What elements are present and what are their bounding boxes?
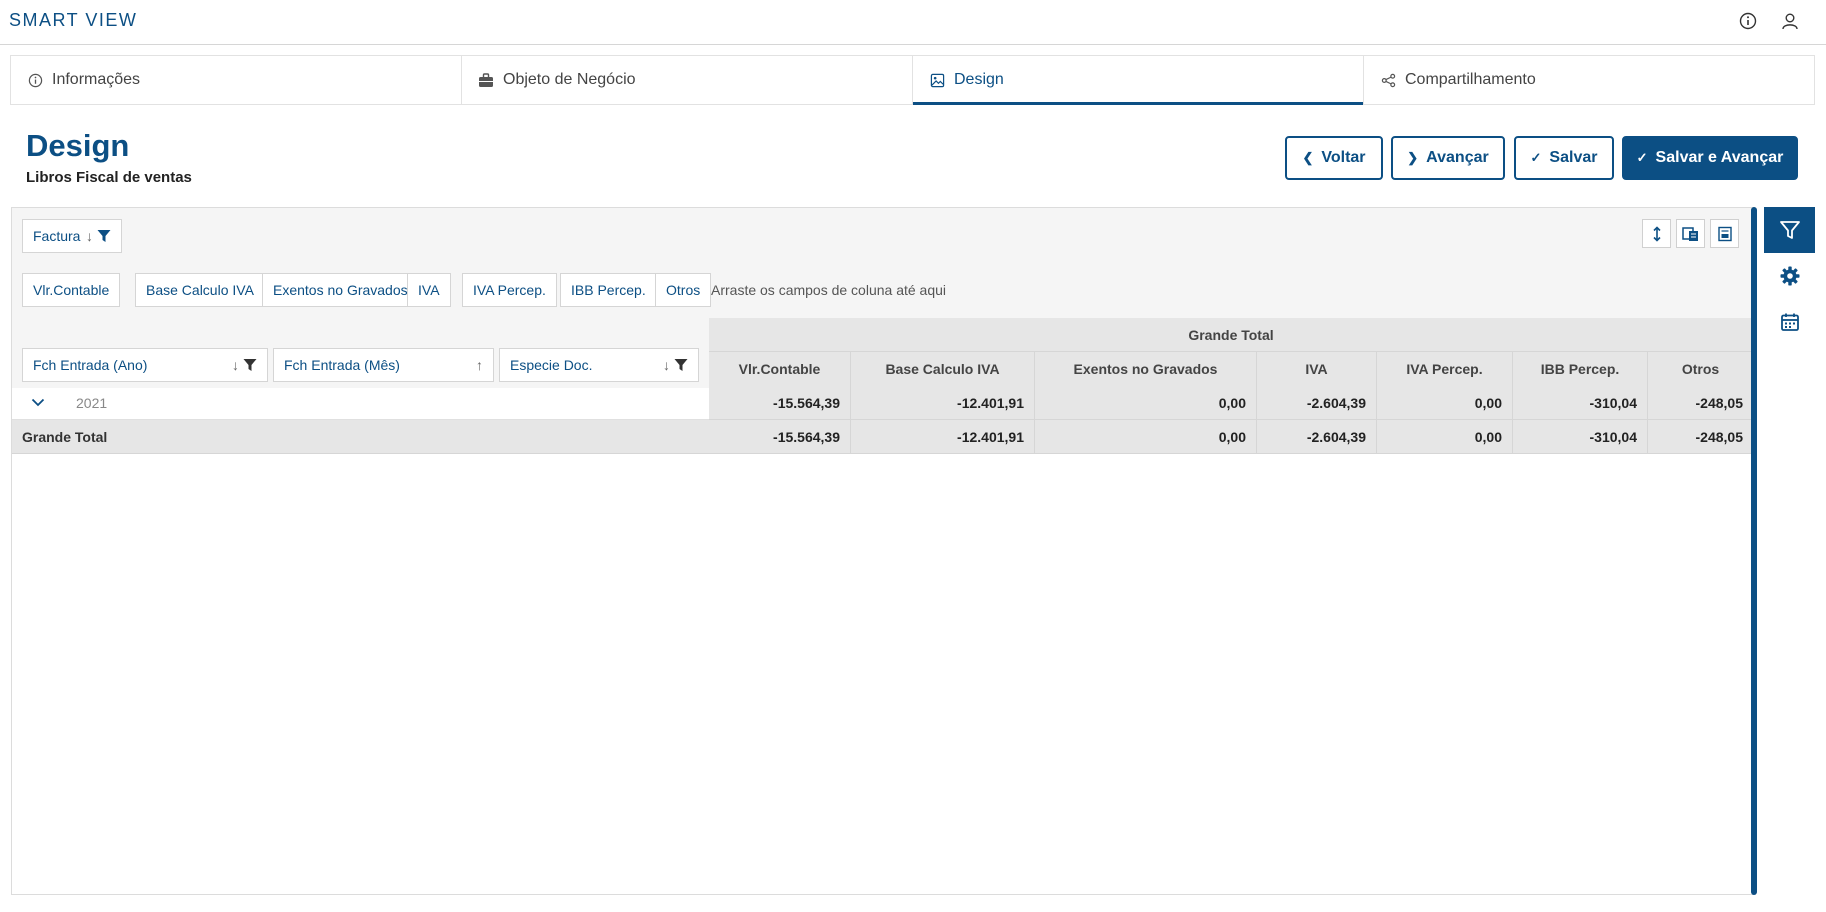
back-button[interactable]: ❮ Voltar — [1285, 136, 1383, 180]
briefcase-icon — [477, 71, 495, 89]
row-label: 2021 — [76, 394, 108, 411]
grand-total-row: Grande Total -15.564,39 -12.401,91 0,00 … — [12, 420, 1753, 454]
gear-icon — [1780, 266, 1799, 286]
table-cell: -310,04 — [1513, 386, 1648, 420]
expand-rows-icon[interactable] — [1642, 219, 1671, 248]
grand-total-label: Grande Total — [12, 420, 709, 454]
tab-informacoes[interactable]: Informações — [11, 56, 462, 104]
sort-up-icon[interactable]: ↑ — [476, 357, 483, 373]
column-header[interactable]: IVA — [1257, 352, 1377, 386]
value-field-chip[interactable]: Otros — [655, 273, 712, 307]
share-icon — [1379, 71, 1397, 89]
save-button-label: Salvar — [1549, 149, 1598, 166]
column-header-row: Vlr.Contable Base Calculo IVA Exentos no… — [709, 352, 1753, 386]
value-field-chip[interactable]: Base Calculo IVA — [135, 273, 265, 307]
row-header: 2021 — [12, 386, 709, 420]
side-settings-button[interactable] — [1764, 253, 1815, 299]
step-tabs: Informações Objeto de Negócio Design Com… — [10, 55, 1815, 105]
table-cell: 0,00 — [1035, 386, 1257, 420]
row-field-label: Fch Entrada (Ano) — [33, 357, 148, 373]
sort-down-icon[interactable]: ↓ — [232, 357, 239, 373]
export-excel-icon[interactable] — [1676, 219, 1705, 248]
check-icon: ✓ — [1530, 150, 1542, 165]
column-header[interactable]: IBB Percep. — [1513, 352, 1648, 386]
column-header[interactable]: Base Calculo IVA — [851, 352, 1035, 386]
row-field-chip-mes[interactable]: Fch Entrada (Mês) ↑ — [273, 348, 494, 382]
table-cell: -12.401,91 — [851, 386, 1035, 420]
vertical-scrollbar[interactable] — [1751, 207, 1757, 895]
app-title: SMART VIEW — [9, 10, 138, 30]
table-cell: 0,00 — [1377, 386, 1513, 420]
sort-down-icon[interactable]: ↓ — [86, 228, 93, 244]
row-field-label: Especie Doc. — [510, 357, 593, 373]
total-cell: -310,04 — [1513, 420, 1648, 454]
tab-label: Objeto de Negócio — [503, 71, 636, 88]
total-cell: 0,00 — [1035, 420, 1257, 454]
filter-icon — [1779, 221, 1800, 239]
user-icon[interactable] — [1780, 11, 1800, 31]
side-filter-button[interactable] — [1764, 207, 1815, 253]
column-header[interactable]: IVA Percep. — [1377, 352, 1513, 386]
row-field-chip-ano[interactable]: Fch Entrada (Ano) ↓ — [22, 348, 268, 382]
table-cell: -248,05 — [1648, 386, 1753, 420]
grand-total-header: Grande Total — [709, 318, 1753, 352]
value-field-chip[interactable]: Exentos no Gravados — [262, 273, 419, 307]
filter-icon[interactable] — [97, 229, 111, 243]
next-button[interactable]: ❯ Avançar — [1391, 136, 1505, 180]
save-button[interactable]: ✓ Salvar — [1514, 136, 1614, 180]
save-and-next-button[interactable]: ✓ Salvar e Avançar — [1622, 136, 1798, 180]
chevron-down-icon[interactable] — [26, 398, 50, 407]
filter-icon[interactable] — [243, 358, 257, 372]
export-pdf-icon[interactable] — [1710, 219, 1739, 248]
top-bar: SMART VIEW — [0, 0, 1826, 45]
column-header[interactable]: Otros — [1648, 352, 1753, 386]
pivot-grid: Factura ↓ Vlr.Contable Base Calculo IVA … — [11, 207, 1754, 895]
tab-label: Compartilhamento — [1405, 71, 1536, 88]
table-cell: -2.604,39 — [1257, 386, 1377, 420]
value-field-chip[interactable]: Vlr.Contable — [22, 273, 121, 307]
row-field-chip-especie[interactable]: Especie Doc. ↓ — [499, 348, 699, 382]
side-calendar-button[interactable] — [1764, 299, 1815, 345]
column-drop-hint: Arraste os campos de coluna até aqui — [711, 282, 947, 298]
total-cell: -2.604,39 — [1257, 420, 1377, 454]
save-and-next-button-label: Salvar e Avançar — [1655, 149, 1784, 166]
tab-design[interactable]: Design — [913, 56, 1364, 105]
page-title: Design — [26, 128, 130, 163]
value-field-chip[interactable]: IVA Percep. — [462, 273, 557, 307]
value-field-chip[interactable]: IBB Percep. — [560, 273, 657, 307]
row-field-label: Fch Entrada (Mês) — [284, 357, 400, 373]
info-icon[interactable] — [1738, 11, 1758, 31]
total-cell: -248,05 — [1648, 420, 1753, 454]
chevron-right-icon: ❯ — [1407, 150, 1419, 165]
next-button-label: Avançar — [1426, 149, 1489, 166]
table-cell: -15.564,39 — [709, 386, 851, 420]
tab-label: Design — [954, 71, 1004, 88]
info-circle-icon — [26, 71, 44, 89]
tab-compartilhamento[interactable]: Compartilhamento — [1364, 56, 1814, 104]
filter-field-chip[interactable]: Factura ↓ — [22, 219, 122, 253]
total-cell: -12.401,91 — [851, 420, 1035, 454]
side-panel — [1764, 207, 1815, 895]
column-header[interactable]: Exentos no Gravados — [1035, 352, 1257, 386]
total-cell: 0,00 — [1377, 420, 1513, 454]
column-header[interactable]: Vlr.Contable — [709, 352, 851, 386]
filter-icon[interactable] — [674, 358, 688, 372]
check-icon: ✓ — [1636, 150, 1648, 165]
value-field-chip[interactable]: IVA — [407, 273, 451, 307]
image-icon — [928, 71, 946, 89]
filter-field-label: Factura — [33, 228, 81, 244]
tab-label: Informações — [52, 71, 141, 88]
table-row: 2021 -15.564,39 -12.401,91 0,00 -2.604,3… — [12, 386, 1753, 420]
calendar-icon — [1780, 313, 1799, 331]
sort-down-icon[interactable]: ↓ — [663, 357, 670, 373]
page-subtitle: Libros Fiscal de ventas — [26, 169, 192, 186]
chevron-left-icon: ❮ — [1302, 150, 1314, 165]
back-button-label: Voltar — [1321, 149, 1366, 166]
total-cell: -15.564,39 — [709, 420, 851, 454]
tab-objeto-de-negocio[interactable]: Objeto de Negócio — [462, 56, 913, 104]
